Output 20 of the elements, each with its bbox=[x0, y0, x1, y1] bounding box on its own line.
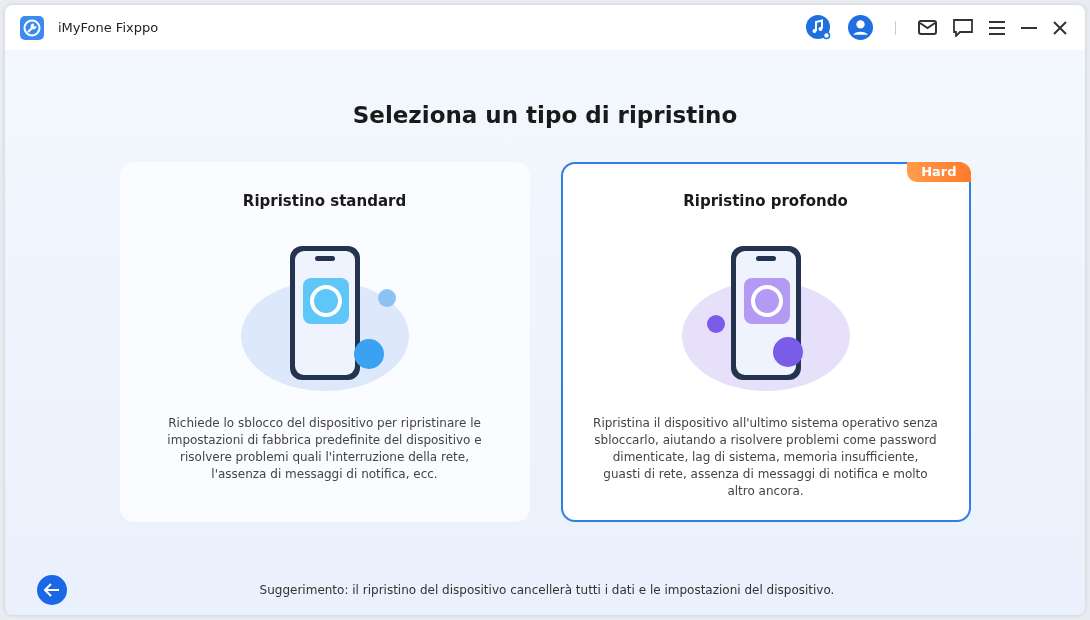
card-title: Ripristino profondo bbox=[683, 192, 848, 210]
difficulty-badge: Hard bbox=[907, 162, 971, 182]
back-arrow-icon bbox=[44, 583, 60, 597]
card-description: Ripristina il dispositivo all'ultimo sistema operativo senza sbloccarlo, aiutando a risolvere problemi come password dimenticate, lag di sistema, memoria insufficiente, guasti di rete, assenza di messaggi di notifica e molto altro ancora. bbox=[592, 415, 939, 500]
wrench-app-icon bbox=[20, 15, 44, 40]
chat-bubble-icon[interactable] bbox=[953, 18, 973, 37]
close-icon[interactable] bbox=[1053, 20, 1067, 35]
menu-icon[interactable] bbox=[989, 20, 1005, 35]
card-description: Richiede lo sblocco del dispositivo per ripristinare le impostazioni di fabbrica predefinite del dispositivo e risolvere problemi quali l'interruzione della rete, l'assenza di messaggi di notifica, ecc. bbox=[166, 415, 483, 483]
back-button[interactable] bbox=[37, 575, 67, 605]
user-avatar-icon[interactable] bbox=[848, 15, 873, 40]
page-heading: Seleziona un tipo di ripristino bbox=[352, 102, 738, 128]
option-card[interactable] bbox=[560, 162, 971, 522]
card-title: Ripristino standard bbox=[242, 192, 407, 210]
option-card[interactable] bbox=[119, 162, 530, 522]
mail-icon[interactable] bbox=[918, 20, 937, 35]
music-note-icon[interactable] bbox=[806, 14, 832, 41]
window-title: iMyFone Fixppo bbox=[58, 20, 159, 35]
footer-hint: Suggerimento: il ripristino del dispositivo cancellerà tutti i dati e le impostazioni del dispositivo. bbox=[258, 583, 836, 597]
minimize-icon[interactable] bbox=[1021, 26, 1037, 29]
